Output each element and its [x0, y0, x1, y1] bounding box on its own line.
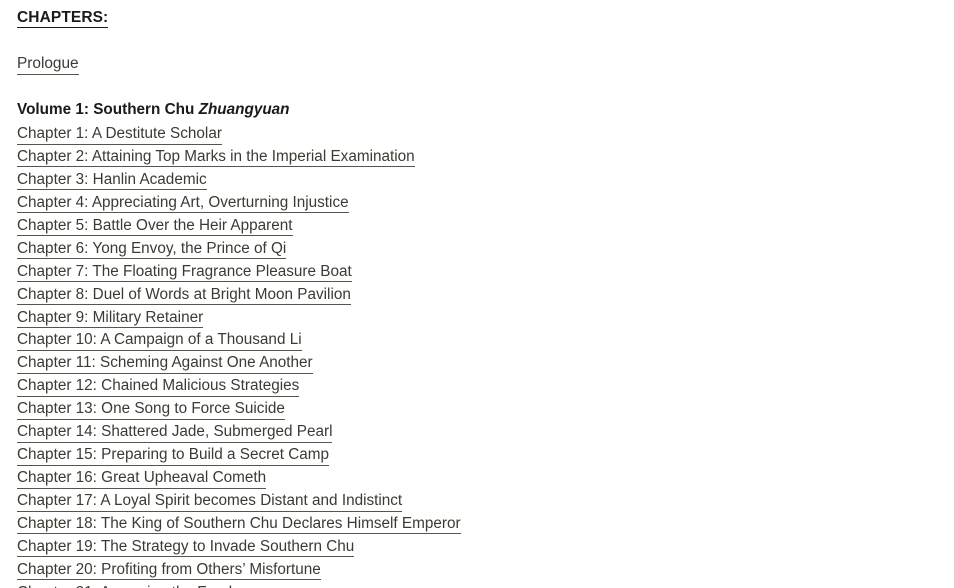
list-item: Chapter 11: Scheming Against One Another: [17, 352, 461, 375]
list-item: Chapter 16: Great Upheaval Cometh: [17, 467, 461, 490]
link-chapter-1[interactable]: Chapter 1: A Destitute Scholar: [17, 125, 222, 145]
link-chapter-6[interactable]: Chapter 6: Yong Envoy, the Prince of Qi: [17, 239, 287, 260]
prologue-row: Prologue: [17, 54, 79, 75]
list-item: Chapter 2: Attaining Top Marks in the Im…: [17, 146, 461, 169]
link-prologue[interactable]: Prologue: [17, 55, 79, 75]
list-item: Chapter 14: Shattered Jade, Submerged Pe…: [17, 421, 461, 444]
list-item: Chapter 6: Yong Envoy, the Prince of Qi: [17, 238, 461, 261]
link-chapter-2[interactable]: Chapter 2: Attaining Top Marks in the Im…: [17, 147, 415, 168]
page-title-text: CHAPTERS:: [17, 9, 109, 28]
link-chapter-13[interactable]: Chapter 13: One Song to Force Suicide: [17, 400, 285, 420]
link-chapter-11[interactable]: Chapter 11: Scheming Against One Another: [17, 354, 313, 374]
document-page: CHAPTERS: Prologue Volume 1: Southern Ch…: [0, 0, 954, 588]
list-item: Chapter 13: One Song to Force Suicide: [17, 398, 461, 421]
list-item: Chapter 1: A Destitute Scholar: [17, 123, 461, 146]
link-chapter-4[interactable]: Chapter 4: Appreciating Art, Overturning…: [17, 193, 349, 214]
list-item: Chapter 12: Chained Malicious Strategies: [17, 375, 461, 398]
list-item: Chapter 3: Hanlin Academic: [17, 169, 461, 192]
link-chapter-21[interactable]: Chapter 21: Amassing the Food: [17, 583, 233, 588]
list-item: Chapter 20: Profiting from Others’ Misfo…: [17, 559, 461, 582]
list-item: Chapter 18: The King of Southern Chu Dec…: [17, 513, 461, 536]
link-chapter-20[interactable]: Chapter 20: Profiting from Others’ Misfo…: [17, 560, 321, 581]
volume-heading-italic-term: Zhuangyuan: [198, 101, 290, 118]
list-item: Chapter 5: Battle Over the Heir Apparent: [17, 215, 461, 238]
volume-heading: Volume 1: Southern Chu Zhuangyuan: [17, 100, 290, 119]
link-chapter-16[interactable]: Chapter 16: Great Upheaval Cometh: [17, 469, 267, 489]
list-item: Chapter 8: Duel of Words at Bright Moon …: [17, 284, 461, 307]
list-item: Chapter 21: Amassing the Food: [17, 582, 461, 588]
link-chapter-8[interactable]: Chapter 8: Duel of Words at Bright Moon …: [17, 285, 351, 306]
volume-heading-prefix: Volume 1: Southern Chu: [17, 101, 199, 118]
link-chapter-7[interactable]: Chapter 7: The Floating Fragrance Pleasu…: [17, 262, 352, 283]
link-chapter-18[interactable]: Chapter 18: The King of Southern Chu Dec…: [17, 514, 461, 535]
link-chapter-17[interactable]: Chapter 17: A Loyal Spirit becomes Dista…: [17, 492, 403, 512]
list-item: Chapter 7: The Floating Fragrance Pleasu…: [17, 261, 461, 284]
list-item: Chapter 17: A Loyal Spirit becomes Dista…: [17, 490, 461, 513]
list-item: Chapter 9: Military Retainer: [17, 307, 461, 330]
list-item: Chapter 4: Appreciating Art, Overturning…: [17, 192, 461, 215]
list-item: Chapter 19: The Strategy to Invade South…: [17, 536, 461, 559]
page-title: CHAPTERS:: [17, 8, 109, 28]
link-chapter-15[interactable]: Chapter 15: Preparing to Build a Secret …: [17, 446, 330, 466]
list-item: Chapter 10: A Campaign of a Thousand Li: [17, 329, 461, 352]
link-chapter-14[interactable]: Chapter 14: Shattered Jade, Submerged Pe…: [17, 423, 333, 443]
link-chapter-19[interactable]: Chapter 19: The Strategy to Invade South…: [17, 537, 355, 558]
chapter-list: Chapter 1: A Destitute Scholar Chapter 2…: [17, 123, 461, 588]
link-chapter-9[interactable]: Chapter 9: Military Retainer: [17, 308, 204, 328]
link-chapter-5[interactable]: Chapter 5: Battle Over the Heir Apparent: [17, 216, 293, 237]
link-chapter-12[interactable]: Chapter 12: Chained Malicious Strategies: [17, 377, 300, 397]
list-item: Chapter 15: Preparing to Build a Secret …: [17, 444, 461, 467]
link-chapter-10[interactable]: Chapter 10: A Campaign of a Thousand Li: [17, 331, 302, 351]
link-chapter-3[interactable]: Chapter 3: Hanlin Academic: [17, 170, 207, 191]
